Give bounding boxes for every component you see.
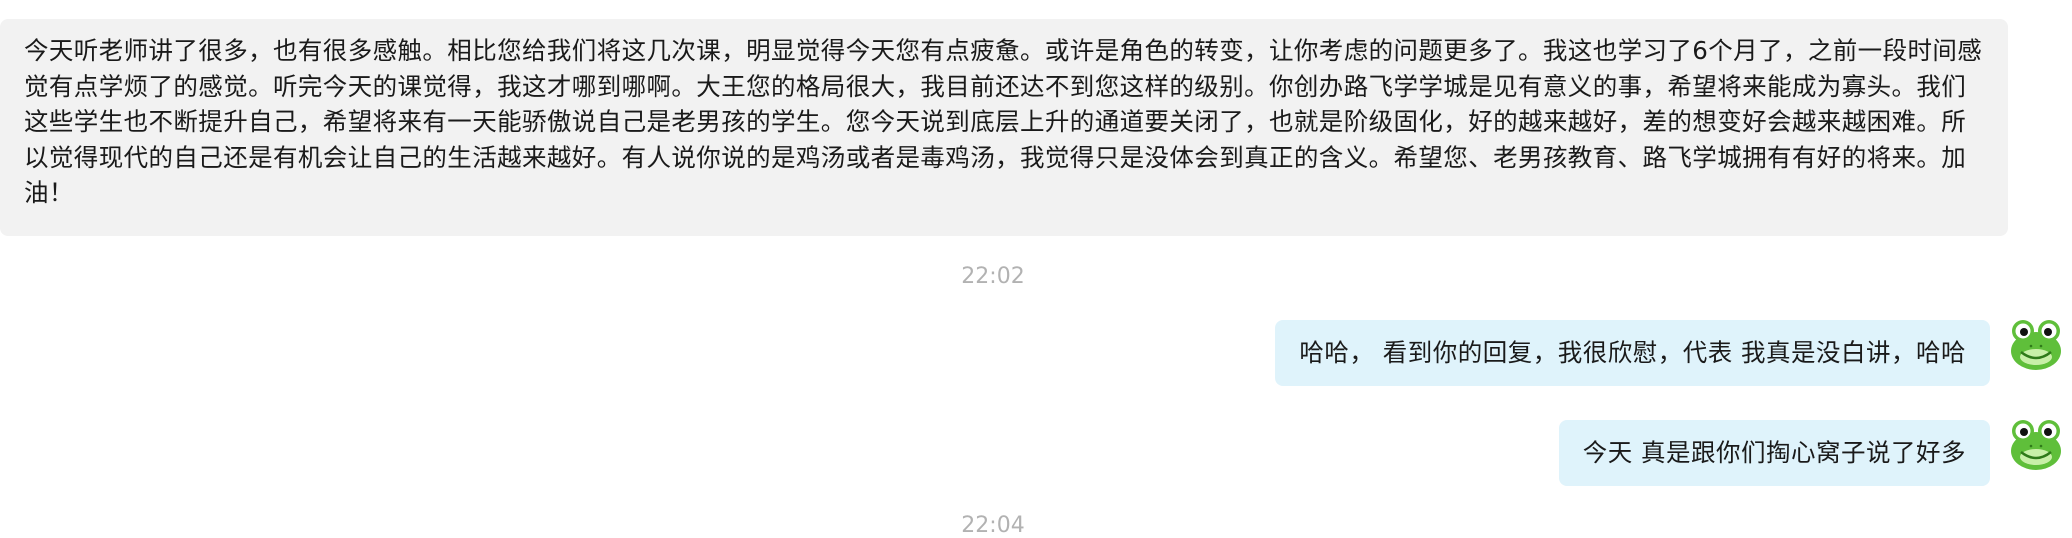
frog-avatar-icon[interactable]	[2008, 318, 2064, 372]
incoming-message-bubble: 今天听老师讲了很多，也有很多感触。相比您给我们将这几次课，明显觉得今天您有点疲惫…	[0, 19, 2008, 236]
timestamp: 22:04	[961, 513, 1025, 538]
outgoing-message-bubble: 今天 真是跟你们掏心窝子说了好多	[1558, 420, 1990, 486]
outgoing-message-bubble: 哈哈， 看到你的回复，我很欣慰，代表 我真是没白讲，哈哈	[1275, 320, 1990, 386]
message-text: 今天 真是跟你们掏心窝子说了好多	[1582, 438, 1966, 467]
timestamp: 22:02	[961, 264, 1025, 289]
message-text: 今天听老师讲了很多，也有很多感触。相比您给我们将这几次课，明显觉得今天您有点疲惫…	[24, 36, 1983, 207]
message-text: 哈哈， 看到你的回复，我很欣慰，代表 我真是没白讲，哈哈	[1299, 338, 1966, 367]
frog-avatar-icon[interactable]	[2008, 418, 2064, 472]
